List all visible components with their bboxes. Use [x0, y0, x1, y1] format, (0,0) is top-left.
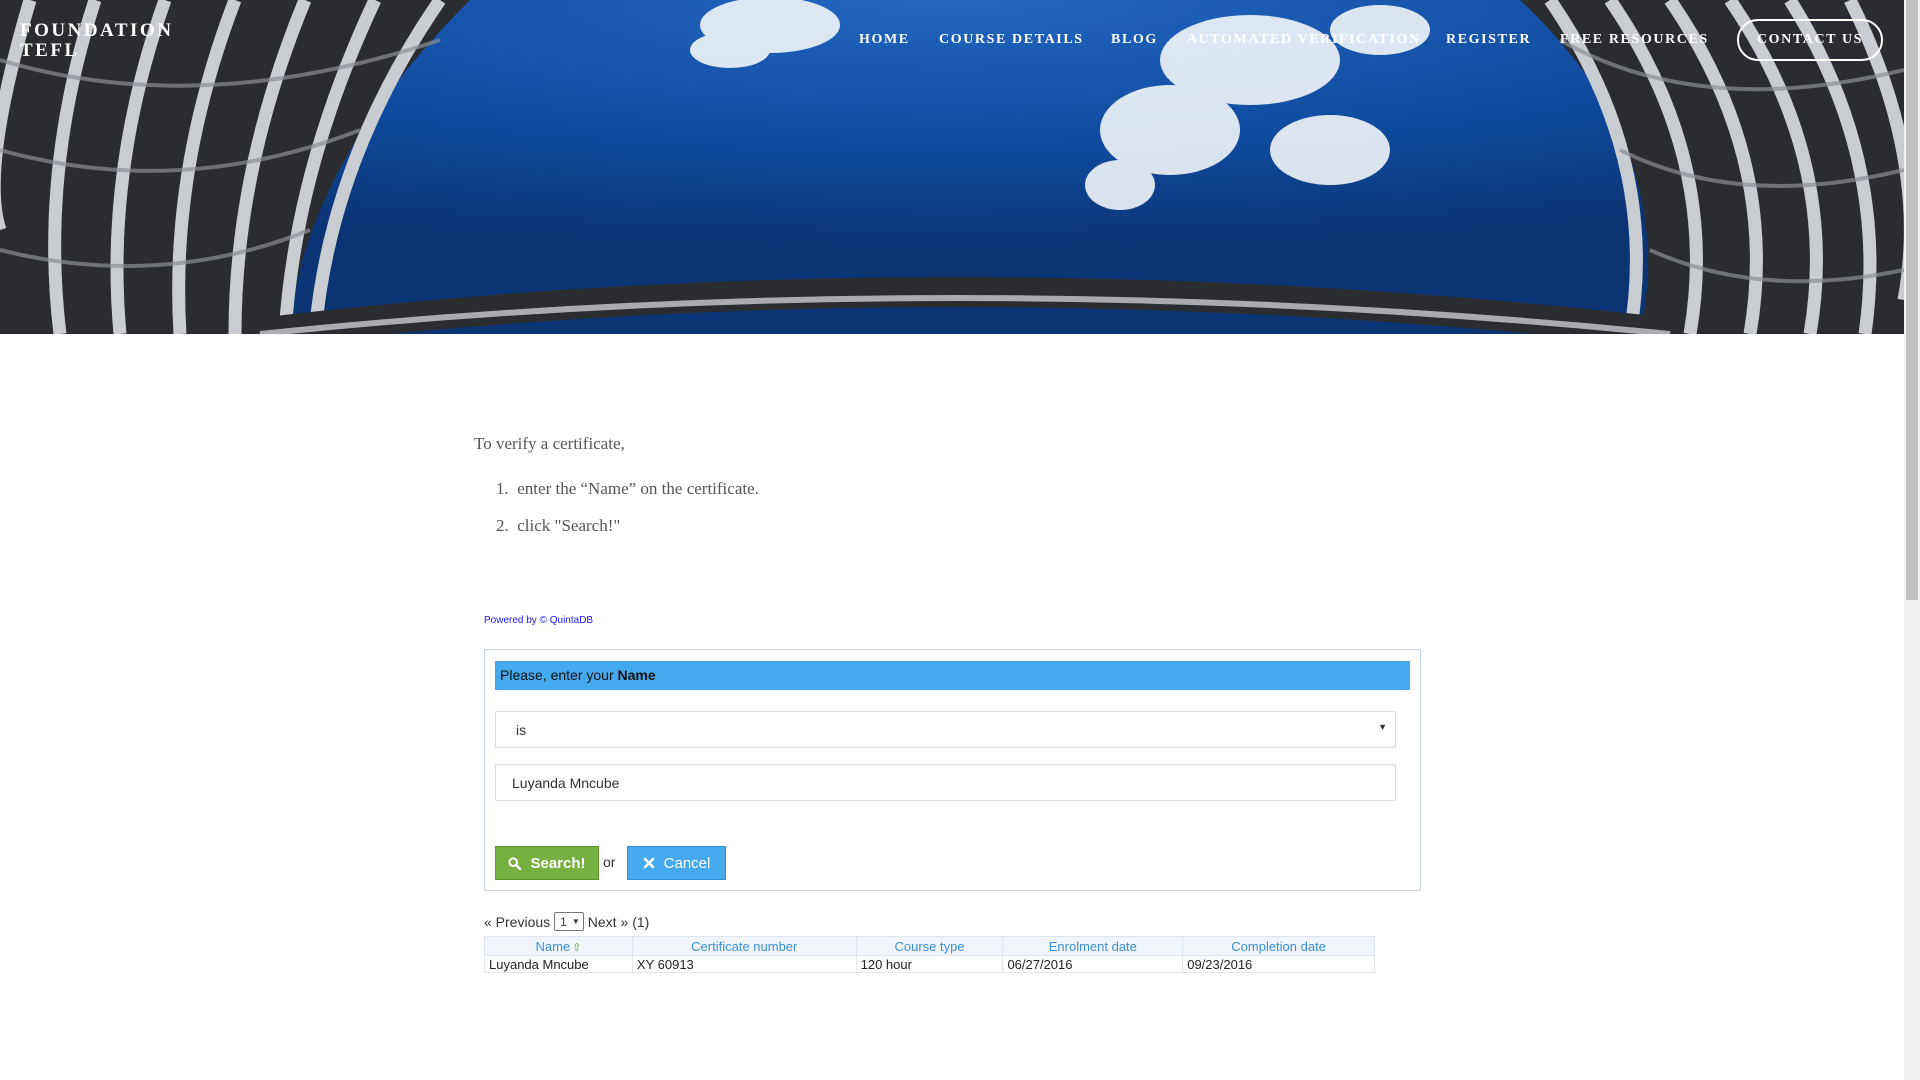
- column-header-name[interactable]: Name ⇧: [484, 936, 633, 956]
- step-number: 1.: [496, 479, 509, 498]
- column-header-completion-date[interactable]: Completion date: [1182, 936, 1375, 956]
- verify-intro-text: To verify a certificate,: [474, 434, 625, 453]
- previous-page-link[interactable]: « Previous: [484, 914, 550, 930]
- column-header-certificate-number[interactable]: Certificate number: [631, 936, 857, 956]
- step-number: 2.: [496, 516, 509, 535]
- powered-by-link[interactable]: Powered by © QuintaDB: [484, 615, 593, 626]
- page-scrollbar-thumb[interactable]: [1906, 0, 1918, 600]
- pagination: « Previous 1 ▼ Next » (1): [484, 912, 649, 931]
- search-button-label: Search!: [530, 854, 586, 872]
- cancel-button[interactable]: Cancel: [627, 846, 726, 880]
- list-item: 1. enter the “Name” on the certificate.: [496, 479, 759, 516]
- result-count: (1): [632, 913, 650, 930]
- name-search-input[interactable]: [495, 764, 1396, 801]
- page-select-value: 1: [560, 914, 567, 929]
- chevron-down-icon: ▼: [1378, 722, 1387, 732]
- page-select[interactable]: 1 ▼: [554, 912, 584, 931]
- step-text: click "Search!": [517, 516, 621, 535]
- search-field-prompt: Please, enter your: [500, 667, 618, 683]
- main-nav: HOME COURSE DETAILS BLOG AUTOMATED VERIF…: [0, 0, 1904, 80]
- search-icon: [508, 856, 522, 870]
- cell-name: Luyanda Mncube: [484, 955, 633, 973]
- cancel-button-label: Cancel: [663, 854, 711, 872]
- table-header-row: Name ⇧ Certificate number Course type Enr…: [484, 936, 1375, 956]
- search-button[interactable]: Search!: [495, 846, 599, 880]
- contact-us-button[interactable]: CONTACT US: [1737, 19, 1883, 61]
- column-header-enrolment-date[interactable]: Enrolment date: [1002, 936, 1184, 956]
- nav-blog[interactable]: BLOG: [1111, 32, 1158, 48]
- operator-value: is: [516, 722, 527, 738]
- step-text: enter the “Name” on the certificate.: [517, 479, 759, 498]
- sort-ascending-icon: ⇧: [572, 941, 582, 954]
- cell-enrolment-date: 06/27/2016: [1002, 955, 1184, 973]
- verify-steps-list: 1. enter the “Name” on the certificate. …: [496, 479, 759, 553]
- next-page-link[interactable]: Next »: [588, 914, 628, 930]
- cell-certificate-number: XY 60913: [631, 955, 857, 973]
- nav-free-resources[interactable]: FREE RESOURCES: [1560, 32, 1709, 48]
- search-field-name: Name: [617, 667, 656, 683]
- column-header-course-type[interactable]: Course type: [855, 936, 1004, 956]
- search-field-header: Please, enter your Name: [495, 661, 1410, 690]
- nav-home[interactable]: HOME: [859, 32, 910, 48]
- nav-course-details[interactable]: COURSE DETAILS: [939, 32, 1084, 48]
- cell-completion-date: 09/23/2016: [1182, 955, 1375, 973]
- cell-course-type: 120 hour: [855, 955, 1004, 973]
- close-icon: [643, 857, 654, 869]
- hero-banner: FOUNDATION TEFL HOME COURSE DETAILS BLOG…: [0, 0, 1904, 334]
- table-row[interactable]: Luyanda Mncube XY 60913 120 hour 06/27/2…: [484, 955, 1375, 973]
- or-separator: or: [603, 854, 616, 870]
- nav-register[interactable]: REGISTER: [1446, 32, 1531, 48]
- chevron-down-icon: ▼: [571, 917, 580, 926]
- nav-automated-verification[interactable]: AUTOMATED VERIFICATION: [1187, 32, 1421, 48]
- search-form-panel: Please, enter your Name is ▼ Search! or …: [484, 649, 1421, 891]
- operator-select[interactable]: is ▼: [495, 711, 1396, 748]
- list-item: 2. click "Search!": [496, 516, 759, 553]
- results-table: Name ⇧ Certificate number Course type Enr…: [484, 936, 1375, 973]
